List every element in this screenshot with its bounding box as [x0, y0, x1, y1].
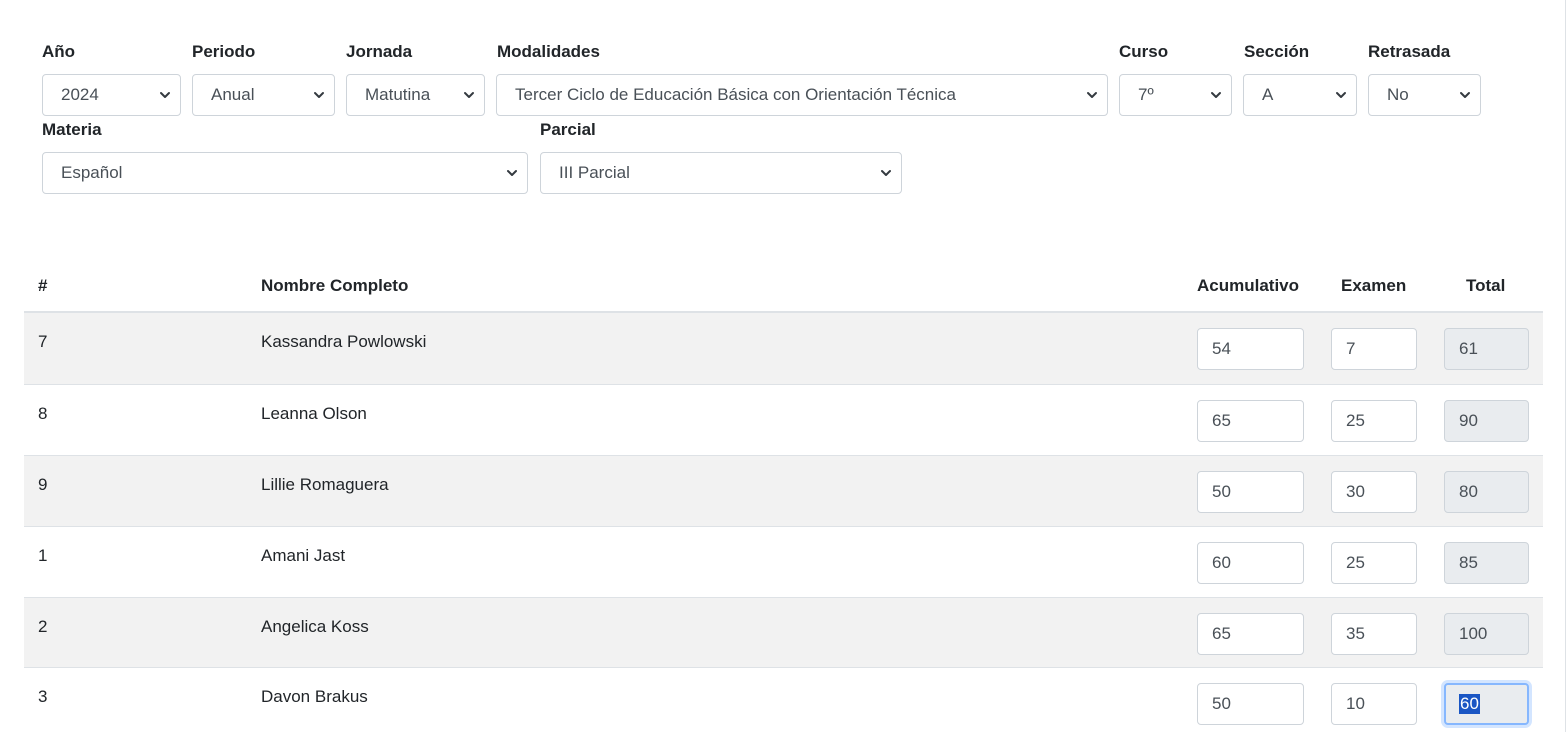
student-name: Amani Jast	[261, 546, 346, 565]
total-field: 85	[1444, 542, 1529, 584]
periodo-label: Periodo	[192, 42, 256, 61]
modalidades-value: Tercer Ciclo de Educación Básica con Ori…	[515, 85, 956, 104]
row-number: 3	[38, 687, 48, 706]
acumulativo-input[interactable]: 54	[1197, 328, 1304, 370]
student-name: Kassandra Powlowski	[261, 332, 427, 351]
selected-text: 60	[1459, 694, 1480, 714]
parcial-value: III Parcial	[559, 163, 630, 182]
anio-label: Año	[42, 42, 76, 61]
anio-value: 2024	[61, 85, 99, 104]
parcial-select[interactable]: III Parcial	[540, 152, 902, 194]
acumulativo-input[interactable]: 60	[1197, 542, 1304, 584]
retrasada-label: Retrasada	[1368, 42, 1451, 61]
curso-value: 7º	[1138, 85, 1154, 104]
student-name: Davon Brakus	[261, 687, 368, 706]
materia-select[interactable]: Español	[42, 152, 528, 194]
student-name: Leanna Olson	[261, 404, 367, 423]
table-row: 3 Davon Brakus 50 10 60	[24, 668, 1543, 732]
row-number: 8	[38, 404, 48, 423]
chevron-down-icon	[881, 170, 891, 176]
total-field-focused[interactable]: 60	[1444, 683, 1529, 725]
col-header-total: Total	[1466, 276, 1506, 295]
page-border	[1565, 0, 1566, 732]
jornada-label: Jornada	[346, 42, 413, 61]
examen-input[interactable]: 35	[1331, 613, 1417, 655]
acumulativo-input[interactable]: 65	[1197, 400, 1304, 442]
col-header-examen: Examen	[1341, 276, 1407, 295]
row-number: 1	[38, 546, 48, 565]
curso-select[interactable]: 7º	[1119, 74, 1232, 116]
col-header-acumulativo: Acumulativo	[1197, 276, 1300, 295]
examen-input[interactable]: 25	[1331, 542, 1417, 584]
acumulativo-input[interactable]: 50	[1197, 683, 1304, 725]
table-row: 9 Lillie Romaguera 50 30 80	[24, 456, 1543, 527]
chevron-down-icon	[1460, 92, 1470, 98]
col-header-nombre: Nombre Completo	[261, 276, 409, 295]
col-header-num: #	[38, 276, 48, 295]
acumulativo-input[interactable]: 50	[1197, 471, 1304, 513]
examen-input[interactable]: 25	[1331, 400, 1417, 442]
total-field: 61	[1444, 328, 1529, 370]
total-field: 100	[1444, 613, 1529, 655]
parcial-label: Parcial	[540, 120, 596, 139]
anio-select[interactable]: 2024	[42, 74, 181, 116]
chevron-down-icon	[160, 92, 170, 98]
seccion-select[interactable]: A	[1243, 74, 1357, 116]
modalidades-label: Modalidades	[497, 42, 600, 61]
student-name: Lillie Romaguera	[261, 475, 389, 494]
chevron-down-icon	[1336, 92, 1346, 98]
retrasada-select[interactable]: No	[1368, 74, 1481, 116]
examen-input[interactable]: 7	[1331, 328, 1417, 370]
chevron-down-icon	[464, 92, 474, 98]
seccion-value: A	[1262, 85, 1274, 104]
row-number: 7	[38, 332, 48, 351]
retrasada-value: No	[1387, 85, 1409, 104]
row-number: 9	[38, 475, 48, 494]
examen-input[interactable]: 30	[1331, 471, 1417, 513]
seccion-label: Sección	[1244, 42, 1310, 61]
chevron-down-icon	[1087, 92, 1097, 98]
table-row: 1 Amani Jast 60 25 85	[24, 527, 1543, 598]
acumulativo-input[interactable]: 65	[1197, 613, 1304, 655]
chevron-down-icon	[507, 170, 517, 176]
student-name: Angelica Koss	[261, 617, 369, 636]
chevron-down-icon	[314, 92, 324, 98]
modalidades-select[interactable]: Tercer Ciclo de Educación Básica con Ori…	[496, 74, 1108, 116]
table-row: 7 Kassandra Powlowski 54 7 61	[24, 313, 1543, 385]
grades-page: Año 2024 Periodo Anual Jornada Matutina …	[0, 0, 1567, 732]
periodo-select[interactable]: Anual	[192, 74, 335, 116]
examen-input[interactable]: 10	[1331, 683, 1417, 725]
jornada-select[interactable]: Matutina	[346, 74, 485, 116]
total-field: 90	[1444, 400, 1529, 442]
curso-label: Curso	[1119, 42, 1169, 61]
total-field: 80	[1444, 471, 1529, 513]
materia-value: Español	[61, 163, 123, 182]
chevron-down-icon	[1211, 92, 1221, 98]
row-number: 2	[38, 617, 48, 636]
materia-label: Materia	[42, 120, 102, 139]
jornada-value: Matutina	[365, 85, 431, 104]
periodo-value: Anual	[211, 85, 255, 104]
table-row: 2 Angelica Koss 65 35 100	[24, 598, 1543, 668]
table-row: 8 Leanna Olson 65 25 90	[24, 385, 1543, 456]
